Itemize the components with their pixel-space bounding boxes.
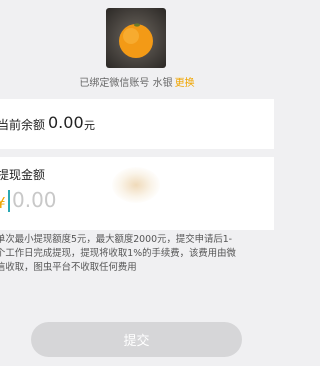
balance-label: 当前余额 — [0, 118, 46, 132]
withdraw-card: 提现金额 ¥ — [0, 157, 274, 230]
text-cursor — [8, 190, 10, 212]
orange-avatar-image — [119, 23, 153, 58]
account-header: 已绑定微信账号 水银 更换 — [0, 0, 274, 99]
withdraw-notice: 单次最小提现额度5元，最大额度2000元，提交申请后1- 个工作日完成提现，提现… — [0, 233, 276, 276]
balance-card: 当前余额 0.00 元 — [0, 99, 274, 149]
balance-value: 0.00 — [48, 113, 84, 132]
notice-line: 信收取，图虫平台不收取任何费用 — [0, 262, 137, 274]
bound-account-text: 已绑定微信账号 水银 — [79, 78, 173, 89]
submit-button[interactable]: 提交 — [31, 322, 242, 357]
currency-symbol: ¥ — [0, 194, 6, 212]
withdraw-amount-title: 提现金额 — [0, 168, 46, 182]
bound-account-line: 已绑定微信账号 水银 更换 — [0, 74, 274, 89]
notice-line: 单次最小提现额度5元，最大额度2000元，提交申请后1- — [0, 234, 233, 245]
change-account-link[interactable]: 更换 — [175, 78, 195, 89]
avatar[interactable] — [106, 8, 166, 68]
withdraw-amount-input[interactable] — [12, 185, 112, 215]
blurred-area — [112, 167, 160, 203]
balance-unit: 元 — [84, 119, 95, 132]
notice-line: 个工作日完成提现，提现将收取1%的手续费，该费用由微 — [0, 248, 236, 260]
